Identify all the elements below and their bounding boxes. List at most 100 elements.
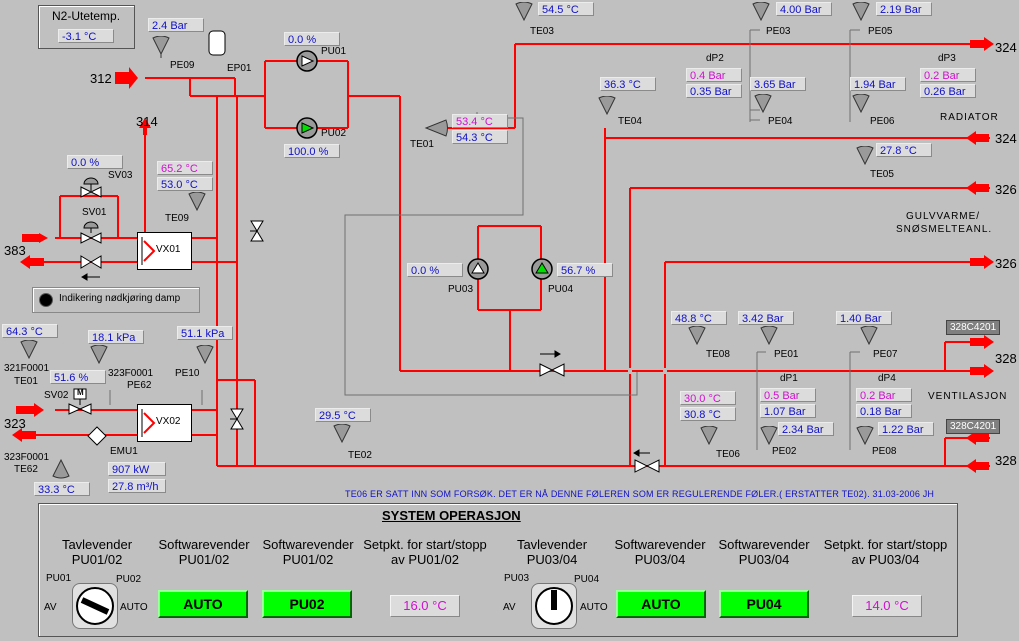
sensor-pe07-icon[interactable] xyxy=(860,325,878,348)
controller-328c4201-b[interactable]: 328C4201 xyxy=(946,419,1001,434)
pe06-tag: PE06 xyxy=(870,116,895,127)
sw1-left: AV xyxy=(44,602,57,613)
pump-pu02-icon[interactable] xyxy=(296,117,318,139)
heat-exchanger-vx01[interactable]: VX01 xyxy=(137,232,192,270)
sensor-te03-icon[interactable] xyxy=(515,1,533,24)
te62-value: 33.3 °C xyxy=(34,482,90,496)
te02-value: 29.5 °C xyxy=(315,408,371,422)
sv02-tag: SV02 xyxy=(44,390,69,401)
vx02-label: VX02 xyxy=(156,416,181,427)
sensor-te09-icon[interactable] xyxy=(188,191,206,214)
sensor-pe04-icon[interactable] xyxy=(754,93,772,116)
pipe-328b-label: 328 xyxy=(995,453,1017,468)
pe08-value: 1.22 Bar xyxy=(878,422,934,436)
emu-power-value: 907 kW xyxy=(108,462,166,476)
sensor-te06-icon[interactable] xyxy=(700,425,718,448)
te62-prefix: 323F0001 xyxy=(4,452,50,463)
sensor-te04-icon[interactable] xyxy=(598,95,616,118)
ep01-tag: EP01 xyxy=(227,63,252,74)
sensor-pe08-icon[interactable] xyxy=(856,425,874,448)
sensor-pe10-icon[interactable] xyxy=(196,344,214,367)
dp2-tag: dP2 xyxy=(706,53,724,64)
sw2-right: AUTO xyxy=(580,602,608,613)
valve-bottom-icon[interactable] xyxy=(634,459,660,473)
sensor-pe03-icon[interactable] xyxy=(752,1,770,24)
pipe-383-label: 383 xyxy=(4,243,26,258)
sensor-pe62-icon[interactable] xyxy=(90,344,108,367)
sensor-pe06-icon[interactable] xyxy=(852,93,870,116)
col2-line1: Softwarevender xyxy=(158,537,250,552)
sensor-pe02-icon[interactable] xyxy=(760,425,778,448)
ventilasjon-label: VENTILASJON xyxy=(928,391,1008,402)
dp4-tag: dP4 xyxy=(878,373,896,384)
te09-setpoint: 65.2 °C xyxy=(157,161,213,175)
te62-tag: TE62 xyxy=(14,464,38,475)
pe04-value: 3.65 Bar xyxy=(750,77,806,91)
dp1-setpoint: 0.5 Bar xyxy=(760,388,816,402)
valve-sv03-icon[interactable] xyxy=(80,176,102,202)
pump-pu01-icon[interactable] xyxy=(296,50,318,72)
te01b-tag: TE01 xyxy=(14,376,38,387)
dp4-setpoint: 0.2 Bar xyxy=(856,388,912,402)
pipe-314-label: 314 xyxy=(136,114,158,129)
sensor-pe09-icon[interactable] xyxy=(152,35,170,58)
setpoint-pu0102[interactable]: 16.0 °C xyxy=(390,595,460,617)
auto-button-pu0304[interactable]: AUTO xyxy=(616,590,706,618)
valve-sv02-icon[interactable]: M xyxy=(68,388,92,416)
setpoint-pu0304[interactable]: 14.0 °C xyxy=(852,595,922,617)
valve-sv01-icon[interactable] xyxy=(80,220,102,246)
selector-switch-pu0304-icon[interactable] xyxy=(531,583,577,629)
pe07-tag: PE07 xyxy=(873,349,898,360)
sw2-right-top: PU04 xyxy=(574,574,600,585)
pe06-value: 1.94 Bar xyxy=(850,77,906,91)
sensor-pe05-icon[interactable] xyxy=(852,1,870,24)
pe10-tag: PE10 xyxy=(175,368,200,379)
check-valve-left-icon[interactable] xyxy=(250,220,264,242)
auto-button-pu0102[interactable]: AUTO xyxy=(158,590,248,618)
col3-line1: Softwarevender xyxy=(262,537,354,552)
pe04-tag: PE04 xyxy=(768,116,793,127)
col6-line1: Softwarevender xyxy=(614,537,706,552)
pu03-value: 0.0 % xyxy=(407,263,463,277)
valve-main-return-icon[interactable] xyxy=(539,363,565,377)
te03-tag: TE03 xyxy=(530,26,554,37)
pu04-button[interactable]: PU04 xyxy=(719,590,809,618)
pu01-value: 0.0 % xyxy=(284,32,340,46)
heat-exchanger-vx02[interactable]: VX02 xyxy=(137,404,192,442)
sensor-te05-icon[interactable] xyxy=(856,145,874,168)
operator-note: TE06 ER SATT INN SOM FORSØK. DET ER NÅ D… xyxy=(345,489,935,499)
sensor-te62-icon[interactable] xyxy=(52,458,70,480)
sensor-te01-icon[interactable] xyxy=(424,118,448,138)
te05-tag: TE05 xyxy=(870,169,894,180)
dp4-value: 0.18 Bar xyxy=(856,404,912,418)
pu02-button[interactable]: PU02 xyxy=(262,590,352,618)
sensor-pe01-icon[interactable] xyxy=(760,325,778,348)
col5-line2: PU03/04 xyxy=(526,552,578,567)
sv01-tag: SV01 xyxy=(82,207,107,218)
pipe-324a-label: 324 xyxy=(995,40,1017,55)
n2-outdoor-temp-title: N2-Utetemp. xyxy=(52,9,121,23)
te06-value: 30.8 °C xyxy=(680,407,736,421)
valve-return-vx01-icon[interactable] xyxy=(80,255,102,269)
n2-outdoor-temp-value: -3.1 °C xyxy=(58,29,114,43)
emergency-steam-indicator[interactable]: Indikering nødkjøring damp xyxy=(32,287,200,313)
sensor-te01b-icon[interactable] xyxy=(20,339,38,362)
sensor-te02-icon[interactable] xyxy=(333,423,351,446)
dp1-value: 1.07 Bar xyxy=(760,404,816,418)
selector-switch-pu0102-icon[interactable] xyxy=(72,583,118,629)
col2-line2: PU01/02 xyxy=(178,552,230,567)
check-valve-vx02-icon[interactable] xyxy=(230,408,244,430)
pe02-tag: PE02 xyxy=(772,446,797,457)
te01b-prefix: 321F0001 xyxy=(4,363,50,374)
pipe-312-label: 312 xyxy=(90,71,112,86)
pu03-tag: PU03 xyxy=(448,284,474,295)
pump-pu03-icon[interactable] xyxy=(467,258,489,280)
dp2-value: 0.35 Bar xyxy=(686,84,742,98)
te09-value: 53.0 °C xyxy=(157,177,213,191)
pump-pu04-icon[interactable] xyxy=(531,258,553,280)
pipe-326b-label: 326 xyxy=(995,256,1017,271)
te01-tag: TE01 xyxy=(410,139,434,150)
sensor-te08-icon[interactable] xyxy=(688,325,706,348)
sv03-value: 0.0 % xyxy=(67,155,123,169)
controller-328c4201-a[interactable]: 328C4201 xyxy=(946,320,1001,335)
